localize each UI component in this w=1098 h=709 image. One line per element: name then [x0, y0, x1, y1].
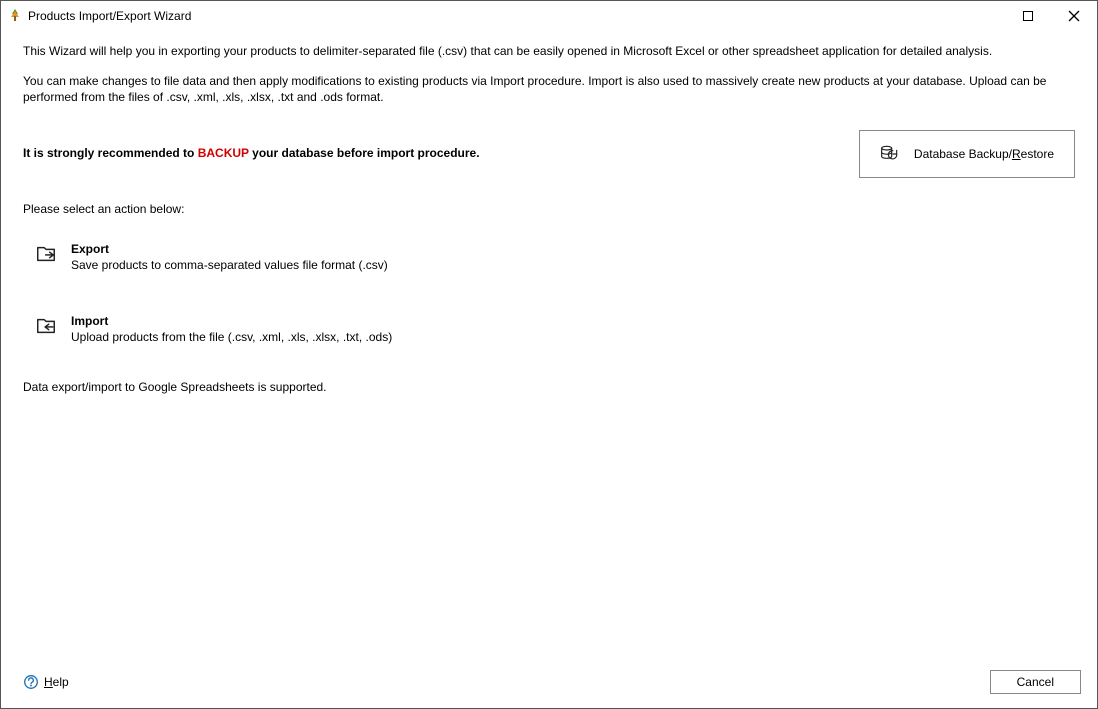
backup-button-label: Database Backup/Restore: [914, 147, 1054, 161]
export-action[interactable]: Export Save products to comma-separated …: [23, 236, 723, 278]
wizard-window: Products Import/Export Wizard This Wizar…: [0, 0, 1098, 709]
maximize-icon: [1023, 11, 1034, 22]
close-icon: [1068, 10, 1080, 22]
select-action-label: Please select an action below:: [23, 202, 1075, 216]
backup-recommendation: It is strongly recommended to BACKUP you…: [23, 146, 480, 162]
intro-text-1: This Wizard will help you in exporting y…: [23, 43, 1075, 59]
export-description: Save products to comma-separated values …: [71, 258, 388, 272]
content-area: This Wizard will help you in exporting y…: [1, 31, 1097, 656]
import-title: Import: [71, 314, 392, 328]
footer: Help Cancel: [1, 656, 1097, 708]
import-icon: [35, 315, 57, 337]
intro-text-2: You can make changes to file data and th…: [23, 73, 1075, 105]
help-link[interactable]: Help: [23, 674, 69, 690]
export-icon: [35, 243, 57, 265]
window-title: Products Import/Export Wizard: [28, 9, 1005, 23]
titlebar: Products Import/Export Wizard: [1, 1, 1097, 31]
help-icon: [23, 674, 39, 690]
export-title: Export: [71, 242, 388, 256]
database-backup-restore-button[interactable]: Database Backup/Restore: [859, 130, 1075, 178]
import-description: Upload products from the file (.csv, .xm…: [71, 330, 392, 344]
cancel-button[interactable]: Cancel: [990, 670, 1081, 694]
backup-row: It is strongly recommended to BACKUP you…: [23, 130, 1075, 178]
maximize-button[interactable]: [1005, 1, 1051, 31]
app-icon: [7, 8, 23, 24]
import-action[interactable]: Import Upload products from the file (.c…: [23, 308, 723, 350]
google-spreadsheets-note: Data export/import to Google Spreadsheet…: [23, 380, 1075, 394]
help-label: Help: [44, 675, 69, 689]
titlebar-controls: [1005, 1, 1097, 31]
database-restore-icon: [880, 144, 900, 164]
close-button[interactable]: [1051, 1, 1097, 31]
